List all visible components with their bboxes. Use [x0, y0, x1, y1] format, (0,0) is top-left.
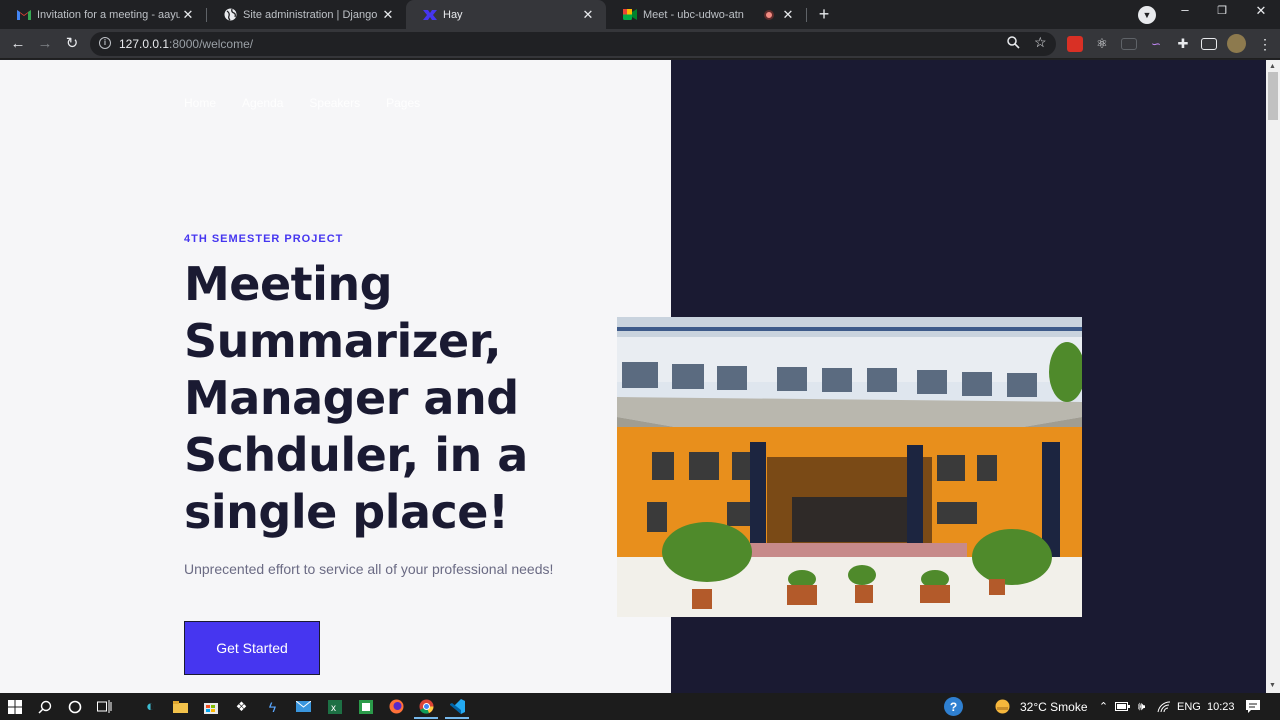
tab-title: Invitation for a meeting - aayush: [37, 8, 180, 21]
store-icon[interactable]: [202, 698, 219, 715]
nav-link-pages[interactable]: Pages: [386, 96, 420, 110]
tab-title: Site administration | Django site: [243, 8, 380, 21]
close-tab-icon[interactable]: ✕: [780, 7, 796, 23]
url-text[interactable]: 127.0.0.1:8000/welcome/: [119, 37, 253, 51]
snip-tool-icon[interactable]: [357, 698, 374, 715]
hero-subtitle: Unprecented effort to service all of you…: [184, 561, 554, 577]
hero-eyebrow: 4TH SEMESTER PROJECT: [184, 233, 344, 245]
active-app-indicator: [414, 717, 438, 719]
open-app-indicator: [445, 717, 469, 719]
tab-meet[interactable]: Meet - ubc-udwo-atn ✕: [606, 0, 806, 29]
language-indicator[interactable]: ENG: [1177, 701, 1201, 713]
address-bar[interactable]: i 127.0.0.1:8000/welcome/ ☆: [90, 32, 1056, 56]
close-tab-icon[interactable]: ✕: [180, 7, 196, 23]
tab-hay[interactable]: Hay ✕: [406, 0, 606, 29]
tab-django-admin[interactable]: Site administration | Django site ✕: [206, 0, 406, 29]
help-icon[interactable]: ?: [944, 697, 963, 716]
browser-menu-icon[interactable]: ⋮: [1257, 36, 1273, 52]
restore-icon[interactable]: ❐: [1212, 4, 1232, 17]
windows-taskbar: ◐ ❖ ϟ x ? 32°C Smoke ⌃ 🕪 ENG 10:23: [0, 693, 1280, 720]
zoom-icon[interactable]: [1007, 36, 1020, 52]
excel-icon[interactable]: x: [326, 698, 343, 715]
cortana-icon[interactable]: [66, 698, 83, 715]
firefox-icon[interactable]: [388, 698, 405, 715]
browser-tab-strip: Invitation for a meeting - aayush ✕ Site…: [0, 0, 1280, 29]
tab-title: Hay: [443, 8, 463, 21]
close-tab-icon[interactable]: ✕: [580, 7, 596, 23]
wave-extension-icon[interactable]: ∽: [1148, 36, 1164, 52]
gmail-icon: [17, 8, 31, 22]
lightning-app-icon[interactable]: ϟ: [264, 698, 281, 715]
vscode-icon[interactable]: [449, 698, 466, 715]
nav-link-speakers[interactable]: Speakers: [309, 96, 360, 110]
battery-icon[interactable]: [1114, 698, 1131, 715]
weather-icon[interactable]: [994, 698, 1011, 715]
profile-avatar[interactable]: [1227, 34, 1246, 53]
chevron-up-icon[interactable]: ⌃: [1095, 698, 1112, 715]
tab-gmail[interactable]: Invitation for a meeting - aayush ✕: [0, 0, 206, 29]
mail-icon[interactable]: [295, 698, 312, 715]
site-info-icon[interactable]: i: [99, 37, 111, 49]
minimize-icon[interactable]: –: [1175, 2, 1195, 17]
nav-link-home[interactable]: Home: [184, 96, 216, 110]
tab-title: Meet - ubc-udwo-atn: [643, 8, 744, 21]
page-scrollbar[interactable]: ▲ ▼: [1266, 60, 1280, 693]
volume-icon[interactable]: 🕪: [1133, 698, 1150, 715]
chrome-icon[interactable]: [418, 698, 435, 715]
search-icon[interactable]: [36, 698, 53, 715]
web-page: Home Agenda Speakers Pages 4TH SEMESTER …: [0, 60, 1266, 693]
notification-icon[interactable]: [1244, 698, 1261, 715]
wifi-icon[interactable]: [1155, 698, 1172, 715]
forward-icon[interactable]: →: [35, 34, 55, 54]
cast-icon[interactable]: [1201, 38, 1217, 50]
file-explorer-icon[interactable]: [172, 698, 189, 715]
reload-icon[interactable]: ↻: [62, 34, 82, 54]
get-started-button[interactable]: Get Started: [184, 621, 320, 675]
site-navigation: Home Agenda Speakers Pages: [184, 96, 420, 110]
tab-divider: [806, 8, 807, 22]
edge-icon[interactable]: ◐: [142, 698, 159, 715]
pocket-extension-icon[interactable]: [1067, 36, 1083, 52]
url-path: :8000/welcome/: [169, 37, 254, 51]
weather-text[interactable]: 32°C Smoke: [1020, 700, 1088, 714]
back-icon[interactable]: ←: [8, 34, 28, 54]
browser-toolbar: ← → ↻ i 127.0.0.1:8000/welcome/ ☆: [0, 29, 1280, 59]
extensions-puzzle-icon[interactable]: ✚: [1175, 36, 1191, 52]
bookmark-star-icon[interactable]: ☆: [1034, 34, 1047, 51]
recording-icon: [764, 9, 774, 20]
close-window-icon[interactable]: ✕: [1251, 3, 1271, 19]
globe-icon: [223, 8, 237, 22]
new-tab-button[interactable]: +: [814, 4, 834, 24]
scrollbar-thumb[interactable]: [1268, 72, 1278, 120]
hero-headline: Meeting Summarizer, Manager and Schduler…: [184, 257, 528, 539]
close-tab-icon[interactable]: ✕: [380, 7, 396, 23]
svg-text:x: x: [331, 703, 336, 714]
windows-start-icon[interactable]: [6, 698, 23, 715]
college-building-image: [617, 317, 1082, 617]
nav-link-agenda[interactable]: Agenda: [242, 96, 283, 110]
dropbox-icon[interactable]: ❖: [233, 698, 250, 715]
task-view-icon[interactable]: [96, 698, 113, 715]
scroll-up-icon[interactable]: ▲: [1269, 63, 1276, 70]
react-devtools-icon[interactable]: ⚛: [1094, 36, 1110, 52]
meet-icon: [623, 8, 637, 22]
clock[interactable]: 10:23: [1207, 701, 1235, 713]
url-host: 127.0.0.1: [119, 37, 170, 51]
scroll-down-icon[interactable]: ▼: [1269, 682, 1276, 689]
tab-search-icon[interactable]: ▼: [1138, 6, 1156, 24]
screen-extension-icon[interactable]: [1121, 38, 1137, 50]
hay-icon: [423, 8, 437, 22]
